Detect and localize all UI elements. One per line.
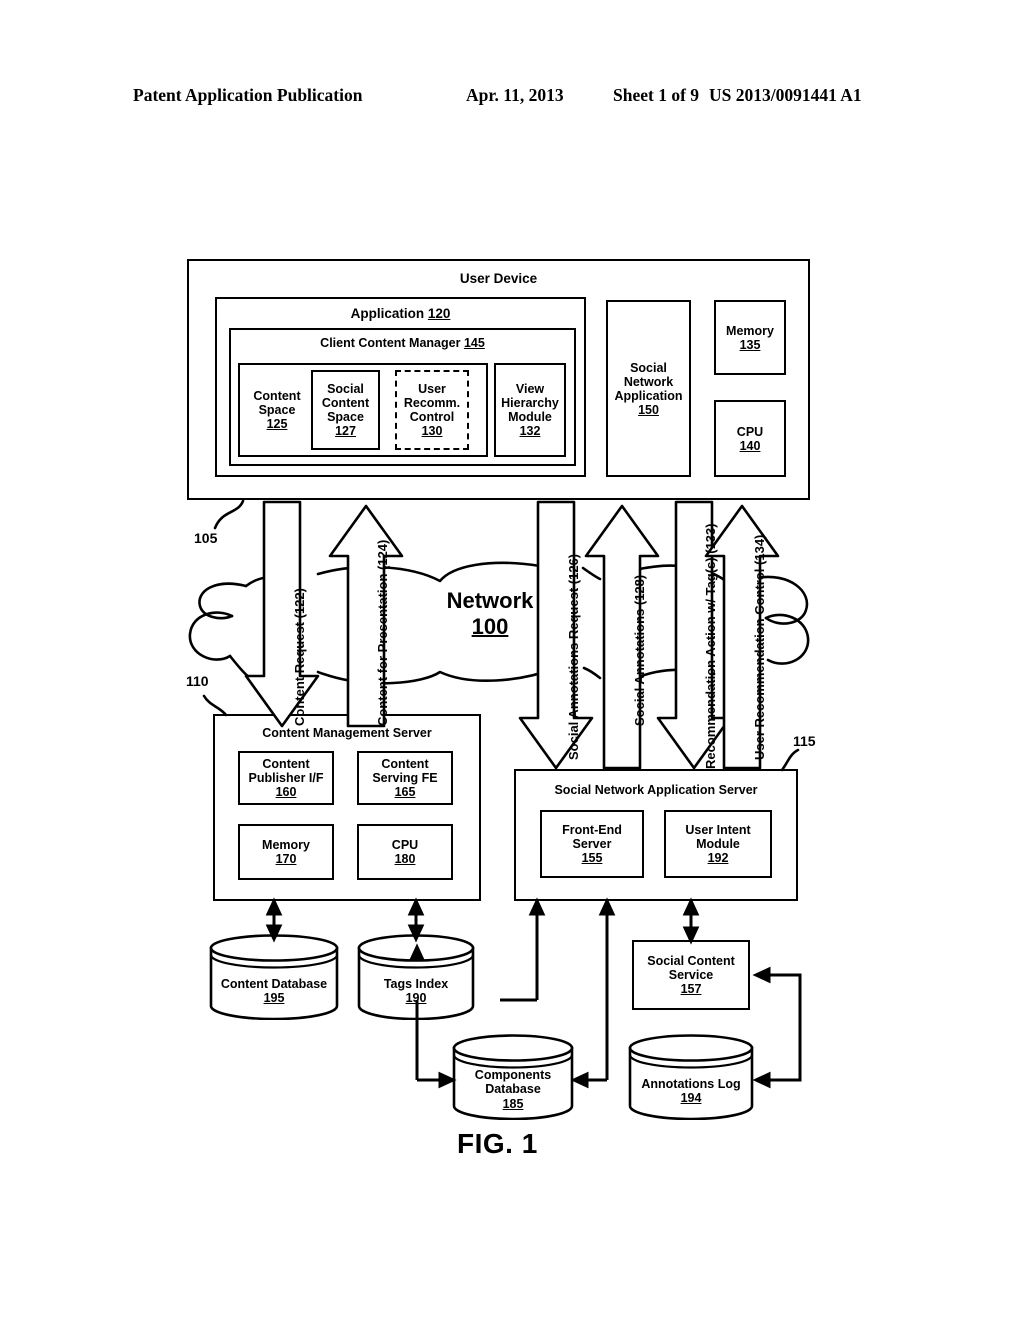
leader-105: [213, 499, 245, 530]
tags-index-ref: 190: [405, 991, 427, 1006]
server-memory-line1: Memory: [262, 838, 310, 852]
flow-label-122: Content Request (122): [292, 588, 307, 726]
user-intent-module-line2: Module: [696, 837, 740, 851]
social-network-application-line1: Social: [630, 360, 667, 375]
flow-label-126: Social Annotations Request (126): [566, 553, 581, 760]
server-cpu-ref: 180: [394, 852, 416, 866]
device-memory-ref: 135: [739, 337, 761, 352]
content-publisher-if-ref: 160: [275, 785, 297, 799]
annotations-log-label: Annotations Log: [641, 1077, 741, 1091]
device-memory-box: Memory 135: [714, 300, 786, 375]
social-network-application-line2: Network: [623, 374, 674, 389]
content-database-ref: 195: [263, 991, 285, 1006]
components-database-line1: Components: [474, 1068, 552, 1082]
user-recomm-control-ref: 130: [421, 424, 443, 438]
social-content-space-box: Social Content Space 127: [311, 370, 380, 450]
leader-110: [202, 694, 228, 717]
front-end-server-box: Front-End Server 155: [540, 810, 644, 878]
flow-label-124: Content for Presentation (124): [375, 539, 390, 726]
social-content-space-line3: Space: [327, 410, 364, 424]
patent-figure-1: User Device Application 120 Client Conte…: [0, 0, 1024, 1320]
content-serving-fe-line1: Content: [381, 757, 429, 771]
user-intent-module-ref: 192: [707, 851, 729, 865]
annotations-log-cylinder: Annotations Log 194: [628, 1034, 754, 1120]
figure-linework: [188, 499, 810, 1089]
flow-arrow-128: [584, 504, 660, 770]
flow-arrow-122: [244, 500, 320, 728]
content-publisher-if-line2: Publisher I/F: [248, 771, 324, 785]
content-management-server-title: Content Management Server: [262, 726, 432, 740]
network-ref: 100: [471, 614, 509, 640]
server-memory-box: Memory 170: [238, 824, 334, 880]
client-content-manager-title: Client Content Manager: [320, 336, 461, 350]
network-label-text: Network: [446, 588, 534, 613]
view-hierarchy-module-ref: 132: [519, 424, 541, 438]
leader-115: [780, 748, 800, 772]
social-network-application-ref: 150: [638, 402, 659, 417]
server-cpu-line1: CPU: [391, 838, 419, 852]
view-hierarchy-module-line2: Hierarchy: [501, 396, 559, 410]
flow-label-128: Social Annotations (128): [632, 574, 647, 726]
annotations-log-ref: 194: [680, 1091, 702, 1106]
flow-label-133: Recommendation Action w/ Tag(s) (133): [703, 523, 718, 769]
server-memory-ref: 170: [275, 852, 297, 866]
components-database-ref: 185: [502, 1096, 524, 1111]
figure-caption: FIG. 1: [457, 1128, 538, 1159]
flow-arrow-133: [656, 500, 732, 770]
application-ref: 120: [427, 306, 451, 321]
components-database-line2: Database: [485, 1082, 541, 1097]
client-content-manager-ref: 145: [463, 336, 485, 350]
network-label: Network 100: [420, 588, 560, 641]
ref-numeral-105: 105: [194, 530, 218, 546]
tags-index-label: Tags Index: [383, 977, 449, 991]
application-title: Application: [350, 306, 425, 321]
content-space-ref: 125: [266, 417, 288, 431]
social-content-space-line1: Social: [327, 382, 364, 396]
social-network-application-line3: Application: [614, 388, 683, 403]
content-space-line2: Space: [258, 403, 296, 417]
front-end-server-ref: 155: [581, 851, 603, 865]
social-content-service-line2: Service: [668, 968, 714, 982]
user-recomm-control-line1: User: [418, 382, 446, 396]
social-content-service-box: Social Content Service 157: [632, 940, 750, 1010]
social-content-space-line2: Content: [321, 396, 370, 410]
content-publisher-if-box: Content Publisher I/F 160: [238, 751, 334, 805]
ref-numeral-115: 115: [793, 733, 816, 749]
flow-arrow-124: [328, 504, 404, 728]
device-memory-line1: Memory: [726, 323, 774, 338]
user-recomm-control-line2: Recomm.: [403, 396, 461, 410]
view-hierarchy-module-line3: Module: [508, 410, 552, 424]
social-content-service-ref: 157: [680, 982, 702, 996]
social-network-application-server-title: Social Network Application Server: [554, 783, 758, 797]
social-network-application-box: Social Network Application 150: [606, 300, 691, 477]
content-database-label: Content Database: [220, 977, 328, 991]
content-space-line1: Content: [253, 389, 301, 403]
device-cpu-line1: CPU: [736, 424, 764, 439]
device-cpu-box: CPU 140: [714, 400, 786, 477]
content-serving-fe-line2: Serving FE: [372, 771, 438, 785]
front-end-server-line2: Server: [572, 837, 612, 851]
user-recomm-control-box: User Recomm. Control 130: [395, 370, 469, 450]
content-serving-fe-ref: 165: [394, 785, 416, 799]
social-content-space-ref: 127: [335, 424, 356, 438]
content-publisher-if-line1: Content: [262, 757, 310, 771]
user-intent-module-line1: User Intent: [685, 823, 751, 837]
server-cpu-box: CPU 180: [357, 824, 453, 880]
view-hierarchy-module-line1: View: [515, 382, 545, 396]
user-recomm-control-line3: Control: [409, 410, 455, 424]
front-end-server-line1: Front-End: [562, 823, 622, 837]
content-database-cylinder: Content Database 195: [209, 934, 339, 1020]
user-device-title: User Device: [459, 271, 538, 286]
view-hierarchy-module-box: View Hierarchy Module 132: [494, 363, 566, 457]
content-serving-fe-box: Content Serving FE 165: [357, 751, 453, 805]
flow-label-134: User Recommendation Control (134): [752, 534, 767, 760]
ref-numeral-110: 110: [186, 673, 209, 689]
user-intent-module-box: User Intent Module 192: [664, 810, 772, 878]
components-database-cylinder: Components Database 185: [452, 1034, 574, 1120]
device-cpu-ref: 140: [739, 438, 761, 453]
tags-index-cylinder: Tags Index 190: [357, 934, 475, 1020]
social-content-service-line1: Social Content: [647, 954, 735, 968]
